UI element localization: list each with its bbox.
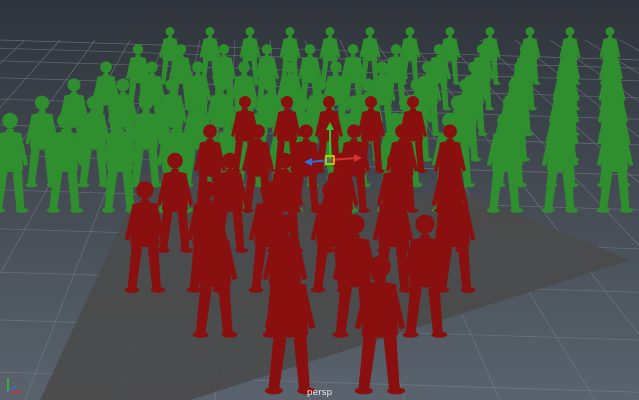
maya-viewport[interactable]: persp	[0, 0, 639, 400]
camera-label: persp	[306, 388, 333, 398]
scene[interactable]	[0, 0, 639, 400]
